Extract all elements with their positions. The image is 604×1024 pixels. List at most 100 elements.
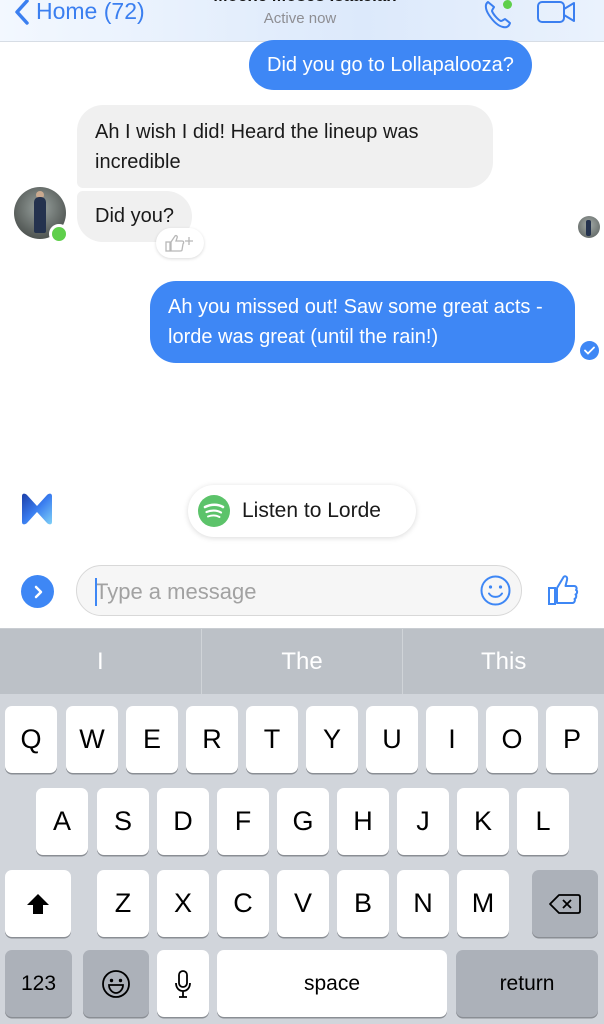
key-g[interactable]: G <box>277 788 329 855</box>
key-w[interactable]: W <box>66 706 118 773</box>
shift-arrow-icon <box>27 893 49 914</box>
video-camera-icon <box>537 1 575 23</box>
key-label: Y <box>322 724 341 754</box>
back-label: Home (72) <box>36 0 145 24</box>
key-r[interactable]: R <box>186 706 238 773</box>
avatar-figure <box>34 197 46 233</box>
key-label: Z <box>114 888 132 918</box>
numbers-key[interactable]: 123 <box>5 950 72 1017</box>
m-assistant-icon[interactable] <box>20 492 54 526</box>
video-call-button[interactable] <box>536 0 578 26</box>
key-label: P <box>562 724 581 754</box>
key-u[interactable]: U <box>366 706 418 773</box>
avatar-figure <box>586 220 591 236</box>
emoji-button[interactable] <box>479 574 512 607</box>
emoji-icon <box>102 969 130 998</box>
suggestion-label: Listen to Lorde <box>242 499 381 522</box>
key-o[interactable]: O <box>486 706 538 773</box>
key-c[interactable]: C <box>217 870 269 937</box>
key-label: L <box>535 806 551 836</box>
shift-key[interactable] <box>5 870 71 937</box>
key-k[interactable]: K <box>457 788 509 855</box>
key-label: H <box>353 806 373 836</box>
expand-actions-button[interactable] <box>21 575 54 608</box>
backspace-icon <box>549 893 581 914</box>
text-cursor <box>95 578 97 606</box>
delete-key[interactable] <box>532 870 598 937</box>
key-j[interactable]: J <box>397 788 449 855</box>
key-label: C <box>233 888 253 918</box>
contact-status: Active now <box>263 10 337 27</box>
chevron-left-icon <box>15 0 29 25</box>
predictive-bar: I The This <box>0 628 604 694</box>
message-outgoing[interactable]: Did you go to Lollapalooza? <box>249 40 532 90</box>
key-s[interactable]: S <box>97 788 149 855</box>
key-label: J <box>416 806 430 836</box>
contact-name[interactable]: Moche Moses Isaacian <box>190 0 420 6</box>
thumbs-up-icon <box>548 575 579 605</box>
key-label: N <box>413 888 433 918</box>
microphone-icon <box>175 969 191 998</box>
key-label: D <box>173 806 193 836</box>
key-label: return <box>499 971 555 995</box>
key-label: Q <box>20 724 42 754</box>
key-label: E <box>142 724 161 754</box>
key-label: M <box>471 888 495 918</box>
message-input[interactable] <box>95 578 455 606</box>
chevron-right-icon <box>34 585 42 598</box>
key-z[interactable]: Z <box>97 870 149 937</box>
key-m[interactable]: M <box>457 870 509 937</box>
key-f[interactable]: F <box>217 788 269 855</box>
prediction-suggestion[interactable]: This <box>403 629 604 694</box>
onscreen-keyboard: I The This Q W E R T Y U I O P A S D F G H J K L Z X C V B N M 123… <box>0 628 604 1024</box>
key-e[interactable]: E <box>126 706 178 773</box>
key-l[interactable]: L <box>517 788 569 855</box>
emoji-keyboard-key[interactable] <box>83 950 149 1017</box>
back-button[interactable]: Home (72) <box>14 0 145 25</box>
online-badge <box>49 224 69 244</box>
key-label: T <box>263 724 281 754</box>
prediction-suggestion[interactable]: I <box>0 629 202 694</box>
key-label: V <box>293 888 312 918</box>
key-label: B <box>353 888 372 918</box>
key-label: O <box>501 724 523 754</box>
key-x[interactable]: X <box>157 870 209 937</box>
chat-header: Home (72) Moche Moses Isaacian Active no… <box>0 0 604 42</box>
key-t[interactable]: T <box>246 706 298 773</box>
key-label: G <box>292 806 314 836</box>
key-b[interactable]: B <box>337 870 389 937</box>
message-outgoing[interactable]: Ah you missed out! Saw some great acts -… <box>150 281 575 363</box>
dictation-key[interactable] <box>157 950 209 1017</box>
space-key[interactable]: space <box>217 950 447 1017</box>
send-like-button[interactable] <box>546 572 580 608</box>
key-y[interactable]: Y <box>306 706 358 773</box>
prediction-suggestion[interactable]: The <box>202 629 404 694</box>
seen-indicator-avatar <box>578 216 600 238</box>
key-label: 123 <box>20 971 57 995</box>
return-key[interactable]: return <box>456 950 598 1017</box>
suggestion-chip-listen[interactable]: Listen to Lorde <box>188 485 416 537</box>
key-label: A <box>52 806 71 836</box>
key-n[interactable]: N <box>397 870 449 937</box>
delivered-check-icon <box>580 341 599 360</box>
key-v[interactable]: V <box>277 870 329 937</box>
add-reaction-button[interactable] <box>156 228 204 258</box>
key-label: F <box>234 806 252 836</box>
key-h[interactable]: H <box>337 788 389 855</box>
key-label: space <box>303 971 361 995</box>
thumbs-up-plus-icon <box>165 234 193 252</box>
key-label: R <box>202 724 222 754</box>
message-input-container <box>76 565 522 616</box>
spotify-icon <box>198 495 230 527</box>
key-d[interactable]: D <box>157 788 209 855</box>
key-q[interactable]: Q <box>5 706 57 773</box>
message-incoming[interactable]: Ah I wish I did! Heard the lineup was in… <box>77 105 493 188</box>
key-label: K <box>473 806 492 836</box>
key-p[interactable]: P <box>546 706 598 773</box>
key-label: I <box>448 724 456 754</box>
key-i[interactable]: I <box>426 706 478 773</box>
online-indicator <box>503 0 512 9</box>
key-a[interactable]: A <box>36 788 88 855</box>
messenger-chat-screen: Home (72) Moche Moses Isaacian Active no… <box>0 0 604 1024</box>
smiley-icon <box>480 575 511 606</box>
